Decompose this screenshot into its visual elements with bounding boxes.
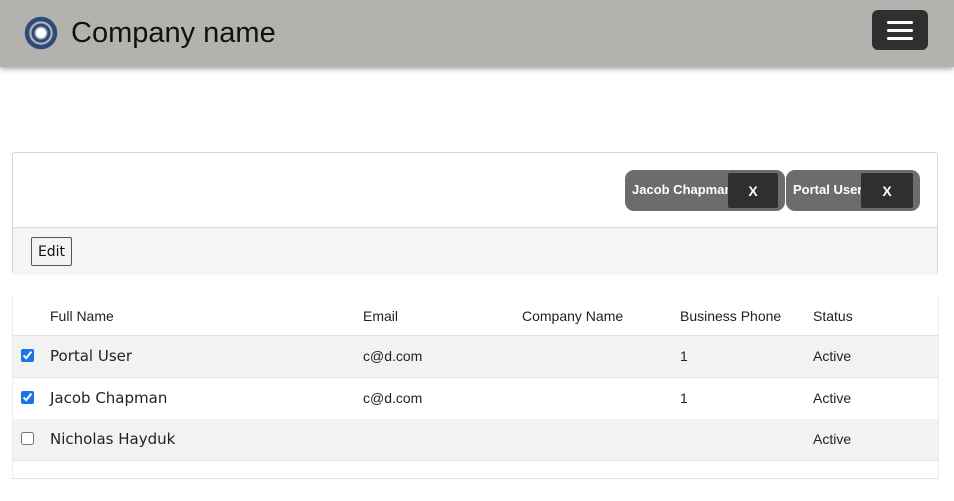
cell-full-name: Jacob Chapman	[50, 389, 168, 407]
toolbar: Edit	[13, 227, 937, 275]
cell-email: c@d.com	[363, 390, 423, 406]
column-header-business-phone[interactable]: Business Phone	[680, 308, 781, 324]
cell-status: Active	[813, 390, 852, 406]
column-header-company-name[interactable]: Company Name	[522, 308, 623, 324]
edit-button[interactable]: Edit	[31, 237, 72, 266]
filter-panel: Jacob Chapman X Portal User X Edit	[12, 152, 938, 275]
remove-chip-button[interactable]: X	[861, 173, 913, 208]
navbar: Company name	[0, 0, 954, 67]
row-select-checkbox[interactable]	[21, 391, 34, 404]
filter-chip-portal-user: Portal User X	[786, 170, 920, 211]
cell-full-name: Nicholas Hayduk	[50, 430, 176, 448]
table-row[interactable]: Nicholas Hayduk Active	[13, 419, 938, 461]
remove-chip-button[interactable]: X	[728, 173, 778, 208]
cell-business-phone: 1	[680, 390, 688, 406]
column-header-status[interactable]: Status	[813, 308, 853, 324]
cell-full-name: Portal User	[50, 347, 133, 365]
ring-logo-icon[interactable]	[24, 16, 58, 50]
filter-chip-jacob-chapman: Jacob Chapman X	[625, 170, 785, 211]
column-header-full-name[interactable]: Full Name	[50, 308, 114, 324]
table-row[interactable]: Portal User c@d.com 1 Active	[13, 336, 938, 378]
row-select-checkbox[interactable]	[21, 432, 34, 445]
cell-email: c@d.com	[363, 348, 423, 364]
brand-name[interactable]: Company name	[71, 14, 276, 52]
cell-status: Active	[813, 431, 852, 447]
filter-chip-label: Portal User	[793, 182, 863, 197]
contacts-table: Full Name Email Company Name Business Ph…	[12, 294, 939, 479]
cell-business-phone: 1	[680, 348, 688, 364]
table-row[interactable]: Jacob Chapman c@d.com 1 Active	[13, 378, 938, 420]
column-header-email[interactable]: Email	[363, 308, 398, 324]
filter-chip-label: Jacob Chapman	[632, 182, 733, 197]
row-select-checkbox[interactable]	[21, 349, 34, 362]
menu-toggle-button[interactable]	[872, 10, 928, 50]
cell-status: Active	[813, 348, 852, 364]
table-header-row: Full Name Email Company Name Business Ph…	[13, 294, 938, 336]
